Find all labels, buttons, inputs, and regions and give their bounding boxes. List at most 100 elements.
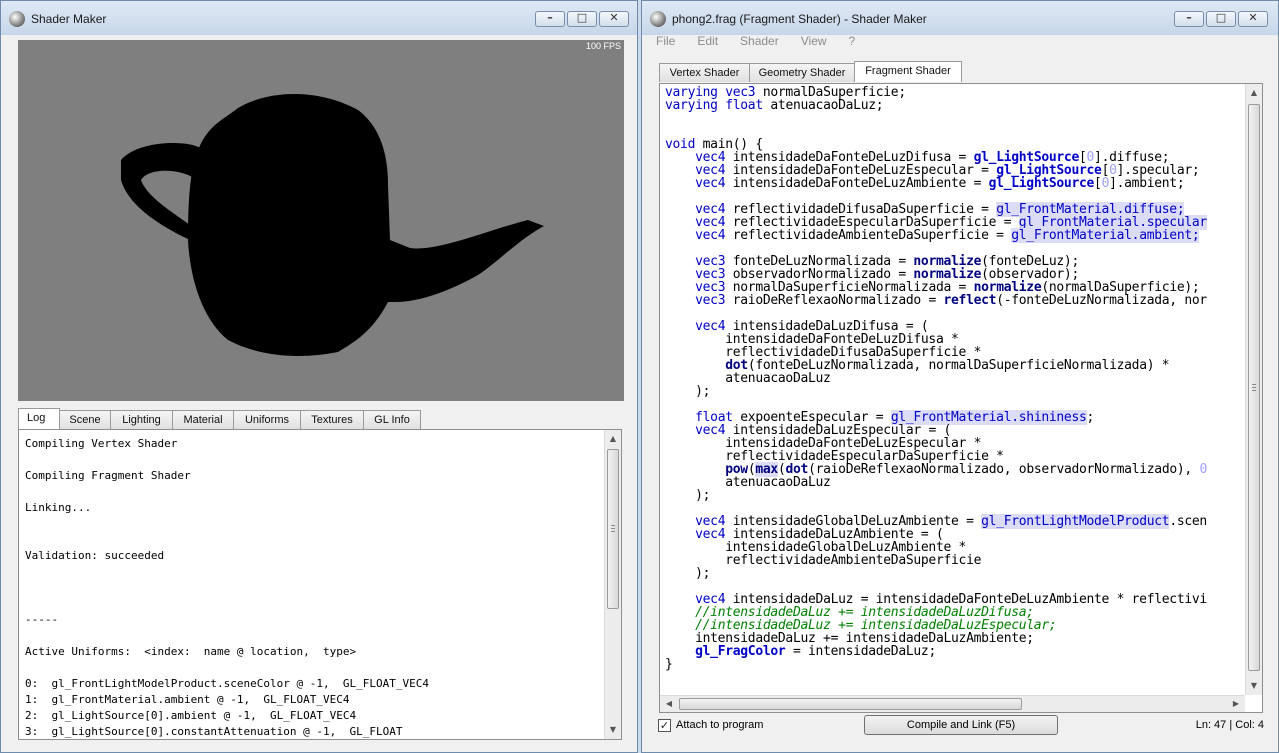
maximize-icon: □: [576, 11, 588, 24]
log-line: Compiling Fragment Shader: [25, 469, 191, 482]
scroll-down-arrow-icon[interactable]: ▼: [605, 722, 621, 738]
menu-shader[interactable]: Shader: [740, 33, 779, 51]
tab-gl-info[interactable]: GL Info: [363, 410, 421, 429]
log-line: Validation: succeeded: [25, 549, 165, 562]
code-token: reflectividadeAmbienteDaSuperficie =: [725, 228, 1012, 243]
log-line: -----: [25, 613, 59, 626]
tab-uniforms[interactable]: Uniforms: [233, 410, 301, 429]
code-token: ].ambient;: [1109, 176, 1185, 191]
maximize-button[interactable]: □: [1206, 11, 1236, 27]
tab-lighting[interactable]: Lighting: [110, 410, 173, 429]
code-token: raioDeReflexaoNormalizado =: [725, 293, 944, 308]
code-line: atenuacaoDaLuz: [665, 476, 1207, 489]
log-line: 3: gl_LightSource[0].constantAttenuation…: [25, 725, 403, 738]
code-token: float: [725, 98, 763, 113]
code-line: vec4 intensidadeDaFonteDeLuzAmbiente = g…: [665, 177, 1207, 190]
minimize-button[interactable]: –: [535, 11, 565, 27]
code-token: .scen: [1169, 514, 1207, 529]
tab-textures[interactable]: Textures: [300, 410, 364, 429]
menu-help[interactable]: ?: [849, 33, 856, 51]
code-token: (-fonteDeLuzNormalizada, nor: [996, 293, 1207, 308]
log-panel[interactable]: Compiling Vertex Shader Compiling Fragme…: [18, 429, 622, 740]
editor-vertical-scrollbar[interactable]: ▲ ▼: [1245, 84, 1262, 695]
left-titlebar[interactable]: Shader Maker – □ ✕: [1, 1, 637, 35]
tab-scene[interactable]: Scene: [59, 410, 111, 429]
close-button[interactable]: ✕: [1238, 11, 1268, 27]
scroll-right-arrow-icon[interactable]: ▶: [1228, 696, 1244, 712]
editor-hscroll-thumb[interactable]: [679, 698, 1022, 710]
shader-source-code[interactable]: varying vec3 normalDaSuperficie; varying …: [665, 86, 1207, 671]
log-line: Linking...: [25, 501, 92, 514]
code-line: vec4 reflectividadeAmbienteDaSuperficie …: [665, 228, 1207, 243]
menu-view[interactable]: View: [801, 33, 827, 51]
code-token: gl_FrontLightModelProduct: [981, 514, 1170, 529]
code-editor[interactable]: varying vec3 normalDaSuperficie; varying …: [659, 83, 1263, 713]
maximize-button[interactable]: □: [567, 11, 597, 27]
editor-vscroll-thumb[interactable]: [1248, 104, 1260, 671]
editor-horizontal-scrollbar[interactable]: ◀ ▶: [660, 695, 1245, 712]
minimize-icon: –: [547, 11, 553, 24]
app-icon: [650, 11, 666, 27]
attach-to-program-checkbox[interactable]: ✓: [658, 719, 671, 732]
code-token: 0: [1101, 176, 1110, 191]
code-token: intensidadeDaFonteDeLuzAmbiente =: [725, 176, 989, 191]
code-line: varying float atenuacaoDaLuz;: [665, 99, 1207, 112]
shader-maker-window: Shader Maker – □ ✕ 100 FPS Log Scene Lig…: [0, 0, 638, 753]
log-line: Active Uniforms: <index: name @ location…: [25, 645, 357, 658]
code-token: vec4: [695, 176, 726, 191]
app-icon: [9, 11, 25, 27]
log-scroll-thumb[interactable]: [607, 449, 619, 609]
code-token: reflectividadeAmbienteDaSuperficie: [665, 553, 982, 568]
code-token: vec4: [695, 228, 726, 243]
code-token: = intensidadeDaLuz;: [785, 644, 936, 659]
log-vertical-scrollbar[interactable]: ▲ ▼: [604, 430, 621, 739]
tab-fragment-shader[interactable]: Fragment Shader: [854, 61, 962, 82]
code-line: atenuacaoDaLuz: [665, 372, 1207, 385]
code-line: }: [665, 658, 1207, 671]
menu-bar: File Edit Shader View ?: [642, 33, 1278, 51]
tab-vertex-shader[interactable]: Vertex Shader: [659, 63, 750, 82]
right-window-title: phong2.frag (Fragment Shader) - Shader M…: [672, 12, 927, 26]
code-line: vec3 raioDeReflexaoNormalizado = reflect…: [665, 294, 1207, 307]
menu-edit[interactable]: Edit: [697, 33, 718, 51]
scroll-up-arrow-icon[interactable]: ▲: [1246, 85, 1262, 101]
code-token: atenuacaoDaLuz;: [762, 98, 884, 113]
code-token: gl_LightSource: [988, 176, 1095, 191]
tab-material[interactable]: Material: [172, 410, 234, 429]
tab-log[interactable]: Log: [18, 408, 60, 429]
code-token: 0: [1199, 462, 1207, 477]
minimize-button[interactable]: –: [1174, 11, 1204, 27]
scroll-down-arrow-icon[interactable]: ▼: [1246, 678, 1262, 694]
left-window-title: Shader Maker: [31, 12, 107, 26]
code-token: (raioDeReflexaoNormalizado, observadorNo…: [808, 462, 1200, 477]
compile-and-link-button[interactable]: Compile and Link (F5): [864, 715, 1058, 735]
cursor-position-status: Ln: 47 | Col: 4: [1195, 719, 1264, 731]
code-token: vec3: [695, 293, 726, 308]
shader-tab-bar: Vertex Shader Geometry Shader Fragment S…: [659, 61, 962, 82]
log-line: 2: gl_LightSource[0].ambient @ -1, GL_FL…: [25, 709, 357, 722]
scroll-up-arrow-icon[interactable]: ▲: [605, 431, 621, 447]
menu-file[interactable]: File: [656, 33, 675, 51]
maximize-icon: □: [1215, 11, 1227, 24]
editor-bottom-bar: ✓ Attach to program Compile and Link (F5…: [652, 712, 1278, 746]
scroll-left-arrow-icon[interactable]: ◀: [661, 696, 677, 712]
code-token: gl_FragColor: [695, 644, 786, 659]
render-viewport[interactable]: 100 FPS: [18, 40, 624, 401]
attach-to-program-label: Attach to program: [676, 719, 764, 731]
code-token: [: [1094, 176, 1102, 191]
tab-geometry-shader[interactable]: Geometry Shader: [749, 63, 855, 82]
close-icon: ✕: [1248, 11, 1258, 24]
right-titlebar[interactable]: phong2.frag (Fragment Shader) - Shader M…: [642, 1, 1278, 35]
close-button[interactable]: ✕: [599, 11, 629, 27]
code-line: );: [665, 567, 1207, 580]
